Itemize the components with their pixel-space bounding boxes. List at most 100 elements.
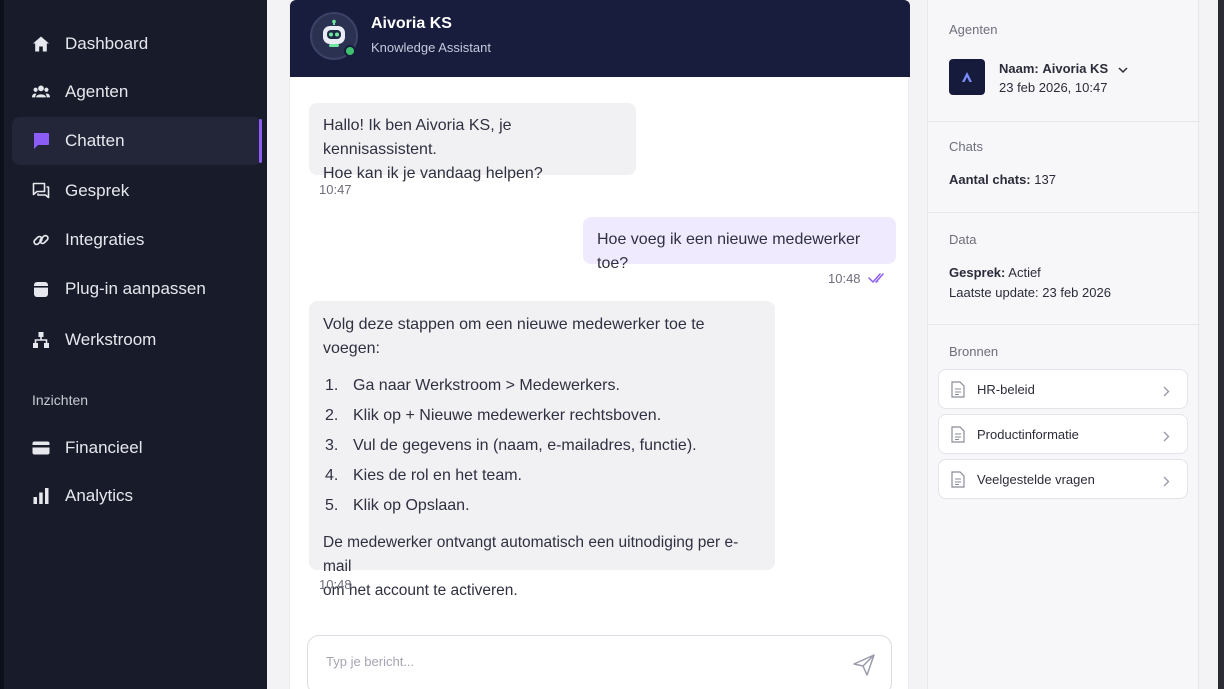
read-receipt-icon	[868, 271, 888, 289]
sidebar-item-financieel[interactable]: Financieel	[12, 424, 262, 472]
sidebar-item-plug-in-aanpassen[interactable]: Plug-in aanpassen	[12, 265, 262, 313]
message-line: De medewerker ontvangt automatisch een u…	[323, 534, 739, 575]
steps-list: 1. Ga naar Werkstroom > Medewerkers. 2. Kl…	[323, 371, 761, 521]
last-update-value: 23 feb 2026	[1042, 285, 1111, 300]
step-text: Kies de rol en het team.	[353, 467, 522, 484]
chevron-down-icon[interactable]	[1118, 62, 1128, 77]
message-composer	[307, 635, 892, 689]
sidebar-item-werkstroom[interactable]: Werkstroom	[12, 316, 262, 364]
users-icon	[32, 83, 50, 101]
message-line: Hallo! Ik ben Aivoria KS, je kennisassis…	[323, 117, 512, 158]
chat-header: Aivoria KS Knowledge Assistant	[290, 0, 910, 77]
agent-logo	[949, 59, 985, 95]
answer-intro: Volg deze stappen om een nieuwe medewerk…	[323, 316, 705, 357]
source-item-veelgestelde-vragen[interactable]: Veelgestelde vragen	[938, 459, 1188, 499]
step-number: 4.	[325, 467, 339, 484]
step-number: 5.	[325, 497, 339, 514]
section-title-data: Data	[949, 232, 977, 247]
answer-outro: De medewerker ontvangt automatisch een u…	[323, 531, 761, 603]
conversation-label: Gesprek:	[949, 265, 1006, 280]
sidebar-item-label: Integraties	[65, 230, 145, 249]
agent-date: 23 feb 2026, 10:47	[999, 80, 1108, 95]
chat-panel: Aivoria KS Knowledge Assistant Hallo! Ik…	[289, 0, 910, 689]
conversation-value: Actief	[1008, 265, 1041, 280]
step-text: Klik op Opslaan.	[353, 497, 470, 514]
sidebar-item-gesprek[interactable]: Gesprek	[12, 167, 262, 215]
bar-chart-icon	[32, 487, 50, 505]
message-line: Hoe voeg ik een nieuwe medewerker toe?	[597, 231, 861, 272]
send-icon[interactable]	[852, 653, 876, 677]
agent-name-value: Aivoria KS	[1042, 61, 1109, 76]
source-label: HR-beleid	[977, 382, 1035, 397]
step-number: 3.	[325, 437, 339, 454]
chats-count-label: Aantal chats:	[949, 172, 1031, 187]
sidebar-item-label: Analytics	[65, 486, 134, 505]
chats-count-value: 137	[1034, 172, 1056, 187]
source-item-hr-beleid[interactable]: HR-beleid	[938, 369, 1188, 409]
step-number: 2.	[325, 407, 339, 424]
chats-count-row: Aantal chats: 137	[949, 172, 1056, 187]
sidebar-item-integraties[interactable]: Integraties	[12, 216, 262, 264]
message-timestamp: 10:48	[828, 271, 861, 286]
section-title-bronnen: Bronnen	[949, 344, 999, 359]
message-timestamp: 10:48	[319, 577, 352, 592]
document-icon	[951, 471, 965, 493]
chat-bubble-icon	[32, 132, 50, 150]
step-text: Ga naar Werkstroom > Medewerkers.	[353, 377, 620, 394]
section-title-agenten: Agenten	[949, 22, 998, 37]
link-icon	[32, 231, 50, 249]
conversation-icon	[32, 182, 50, 200]
chevron-right-icon	[1163, 429, 1170, 447]
message-line: Hoe kan ik je vandaag helpen?	[323, 165, 543, 182]
last-update-row: Laatste update: 23 feb 2026	[949, 285, 1111, 300]
list-item: 1. Ga naar Werkstroom > Medewerkers.	[323, 371, 761, 401]
step-number: 1.	[325, 377, 339, 394]
list-item: 3. Vul de gegevens in (naam, e-mailadres,…	[323, 431, 761, 461]
document-icon	[951, 426, 965, 448]
sidebar-item-label: Agenten	[65, 82, 129, 101]
sidebar-item-label: Dashboard	[65, 34, 149, 53]
home-icon	[32, 35, 50, 53]
list-item: 4. Kies de rol en het team.	[323, 461, 761, 491]
sidebar-item-label: Plug-in aanpassen	[65, 279, 206, 298]
card-icon	[32, 439, 50, 457]
window-edge	[1218, 0, 1224, 689]
step-text: Klik op + Nieuwe medewerker rechtsboven.	[353, 407, 662, 424]
section-label-inzichten: Inzichten	[32, 392, 89, 408]
source-item-productinformatie[interactable]: Productinformatie	[938, 414, 1188, 454]
details-panel: Agenten Naam: Aivoria KS 23 feb 2026, 10…	[927, 0, 1200, 689]
section-title-chats: Chats	[949, 139, 983, 154]
sidebar-item-dashboard[interactable]: Dashboard	[12, 20, 262, 68]
conversation-status-row: Gesprek: Actief	[949, 265, 1041, 280]
bot-message: Hallo! Ik ben Aivoria KS, je kennisassis…	[309, 103, 636, 182]
agent-name-row[interactable]: Naam: Aivoria KS	[999, 61, 1128, 77]
list-item: 2. Klik op + Nieuwe medewerker rechtsbove…	[323, 401, 761, 431]
sidebar-item-label: Gesprek	[65, 181, 130, 200]
online-status-dot	[344, 45, 356, 57]
divider	[928, 324, 1200, 325]
sidebar-item-label: Werkstroom	[65, 330, 157, 349]
message-timestamp: 10:47	[319, 182, 352, 197]
agent-name: Aivoria KS	[371, 15, 452, 32]
agent-subtitle: Knowledge Assistant	[371, 40, 491, 55]
user-message: Hoe voeg ik een nieuwe medewerker toe?	[583, 217, 896, 272]
divider	[928, 121, 1200, 122]
step-text: Vul de gegevens in (naam, e-mailadres, f…	[353, 437, 697, 454]
sidebar-item-analytics[interactable]: Analytics	[12, 472, 262, 520]
sidebar-item-label: Chatten	[65, 131, 125, 150]
bot-message: Volg deze stappen om een nieuwe medewerk…	[309, 301, 775, 599]
sidebar-item-chatten[interactable]: Chatten	[12, 117, 262, 165]
sidebar-item-label: Financieel	[65, 438, 143, 457]
source-label: Veelgestelde vragen	[977, 472, 1095, 487]
message-input[interactable]	[326, 654, 826, 669]
plugin-icon	[32, 280, 50, 298]
chevron-right-icon	[1163, 474, 1170, 492]
last-update-label: Laatste update:	[949, 285, 1039, 300]
workflow-icon	[32, 331, 50, 349]
agent-name-label: Naam:	[999, 61, 1039, 76]
sidebar: Dashboard Agenten Chatten Gesprek Integr…	[0, 0, 267, 689]
sidebar-item-agenten[interactable]: Agenten	[12, 68, 262, 116]
message-line: om het account te activeren.	[323, 582, 518, 599]
divider	[928, 212, 1200, 213]
list-item: 5. Klik op Opslaan.	[323, 491, 761, 521]
